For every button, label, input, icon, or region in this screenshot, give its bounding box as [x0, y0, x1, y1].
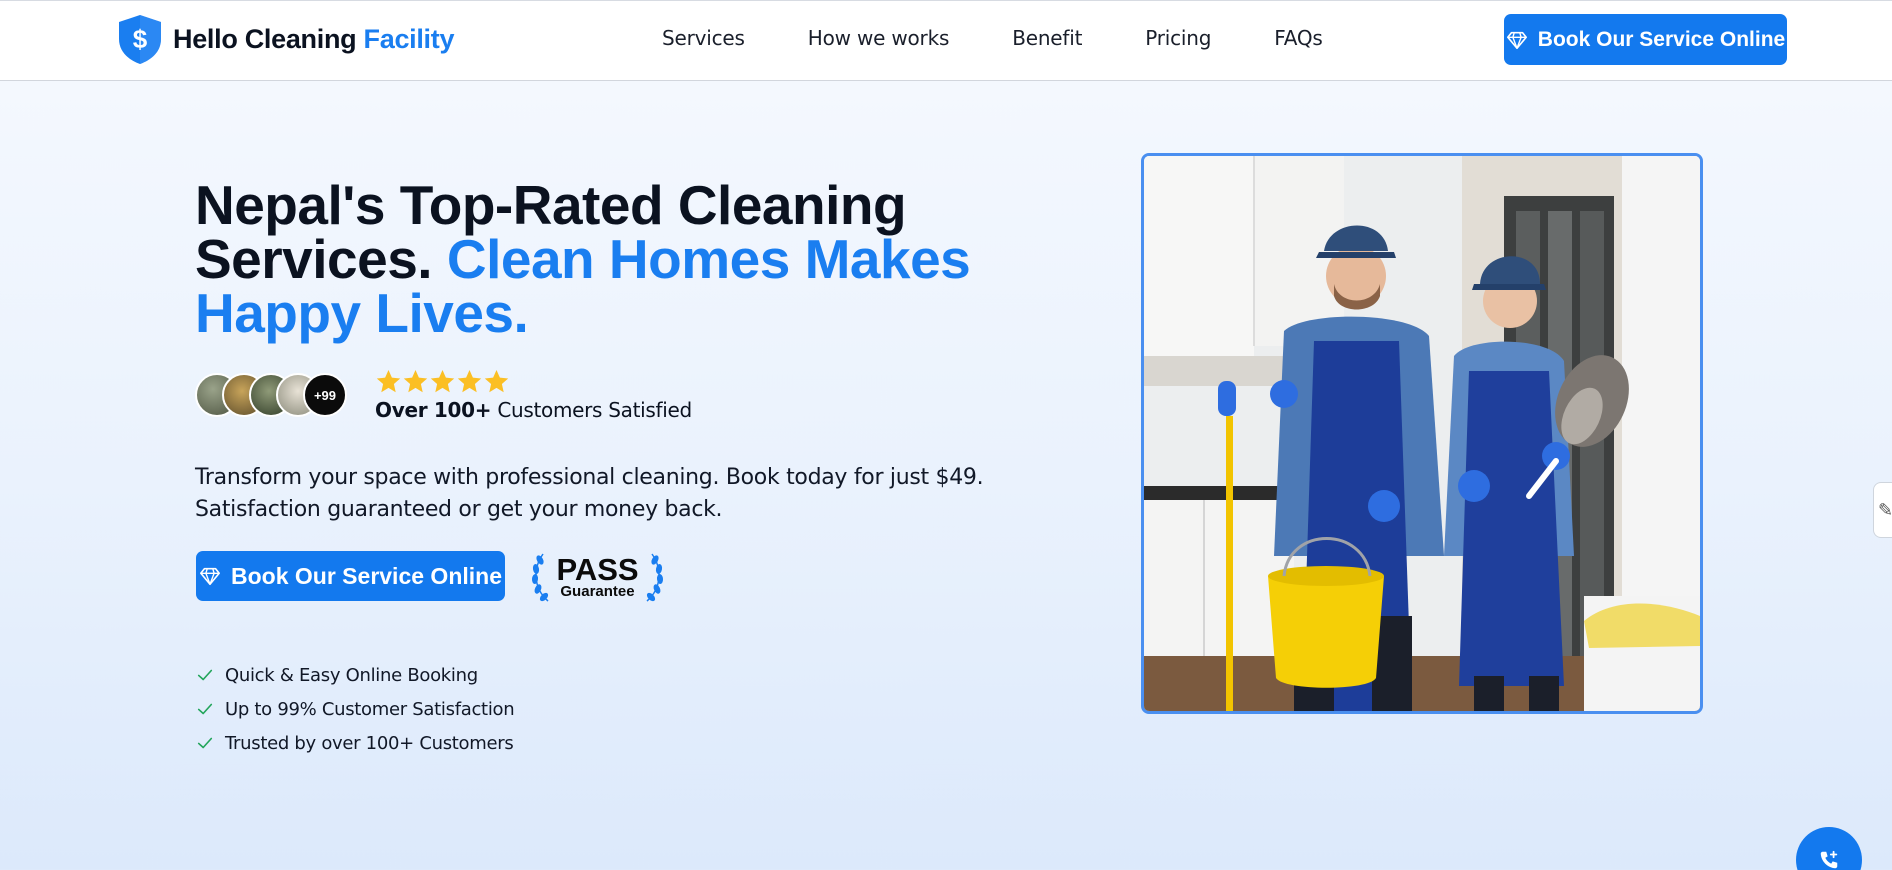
- diamond-icon: [200, 567, 221, 586]
- feature-label: Trusted by over 100+ Customers: [225, 732, 514, 754]
- check-icon: [197, 703, 213, 715]
- nav-item-services[interactable]: Services: [662, 26, 745, 50]
- brand-name: Hello Cleaning Facility: [173, 24, 454, 55]
- star-icon: [376, 370, 401, 393]
- rating: Over 100+ Customers Satisfied: [375, 368, 692, 422]
- nav-item-faqs[interactable]: FAQs: [1274, 26, 1323, 50]
- star-rating: [375, 368, 692, 395]
- check-icon: [197, 737, 213, 749]
- list-item: Trusted by over 100+ Customers: [196, 726, 514, 760]
- badge-line2: Guarantee: [560, 583, 634, 600]
- pass-guarantee-badge: PASS Guarantee: [531, 552, 664, 602]
- star-icon: [484, 370, 509, 393]
- customers-label: Customers Satisfied: [497, 398, 692, 422]
- feature-label: Quick & Easy Online Booking: [225, 664, 478, 686]
- star-icon: [457, 370, 482, 393]
- hero-image-cleaners: [1141, 153, 1703, 714]
- list-item: Up to 99% Customer Satisfaction: [196, 692, 515, 726]
- call-button[interactable]: [1796, 827, 1862, 870]
- brand-name-part1: Hello Cleaning: [173, 23, 357, 54]
- logo-symbol: $: [133, 24, 148, 54]
- nav-item-how-we-works[interactable]: How we works: [808, 26, 950, 50]
- book-service-header-label: Book Our Service Online: [1537, 27, 1786, 51]
- feature-list: Quick & Easy Online Booking Up to 99% Cu…: [196, 658, 515, 760]
- list-item: Quick & Easy Online Booking: [196, 658, 514, 692]
- book-service-hero-label: Book Our Service Online: [231, 562, 502, 589]
- customer-avatars: +99: [195, 373, 347, 417]
- phone-plus-icon: [1820, 850, 1838, 869]
- side-edit-tab[interactable]: ✎: [1873, 482, 1892, 538]
- diamond-icon: [1506, 31, 1527, 49]
- star-icon: [403, 370, 428, 393]
- site-header: $ Hello Cleaning Facility Services How w…: [0, 0, 1892, 81]
- badge-line1: PASS: [556, 552, 638, 587]
- hero-description: Transform your space with professional c…: [195, 465, 984, 522]
- hero-title: Nepal's Top-Rated Cleaning Services. Cle…: [195, 178, 975, 341]
- pencil-icon: ✎: [1878, 500, 1892, 520]
- brand-logo[interactable]: $ Hello Cleaning Facility: [115, 13, 454, 65]
- customers-satisfied-text: Over 100+ Customers Satisfied: [375, 398, 692, 422]
- brand-name-part2: Facility: [363, 23, 455, 54]
- customers-count: Over 100+: [375, 398, 492, 422]
- check-icon: [197, 669, 213, 681]
- shield-dollar-icon: $: [115, 13, 165, 65]
- star-icon: [430, 370, 455, 393]
- avatar-more-count: +99: [303, 373, 347, 417]
- book-service-hero-button[interactable]: Book Our Service Online: [196, 551, 505, 601]
- feature-label: Up to 99% Customer Satisfaction: [225, 698, 515, 720]
- main-nav: Services How we works Benefit Pricing FA…: [662, 26, 1386, 50]
- nav-item-pricing[interactable]: Pricing: [1145, 26, 1211, 50]
- nav-item-benefit[interactable]: Benefit: [1012, 26, 1082, 50]
- book-service-header-button[interactable]: Book Our Service Online: [1504, 14, 1787, 65]
- social-proof: +99 Over 100+ Customers Satisfied: [195, 368, 692, 422]
